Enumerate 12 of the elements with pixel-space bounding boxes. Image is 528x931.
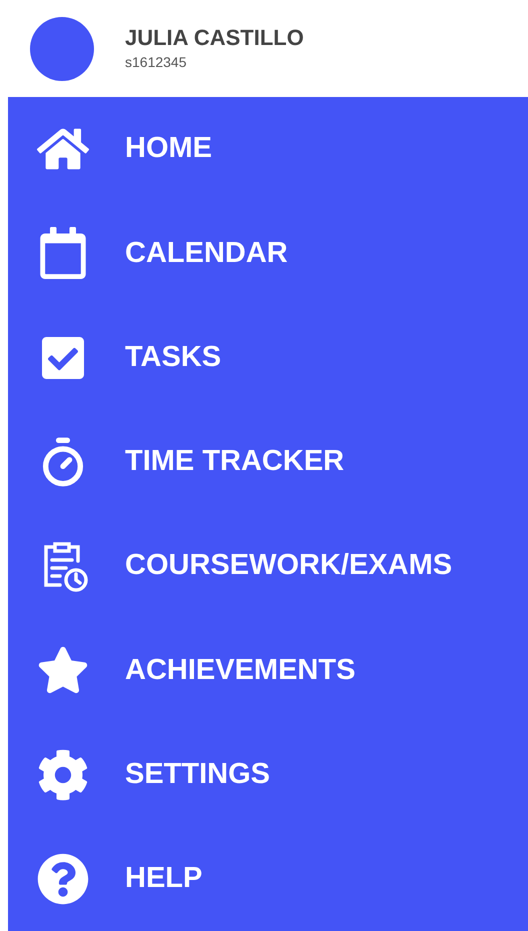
- menu-item[interactable]: ACHIEVEMENTS: [8, 618, 528, 722]
- menu-item[interactable]: TASKS: [8, 306, 528, 410]
- menu-item[interactable]: HELP: [8, 826, 528, 931]
- settings-icon: [36, 748, 88, 801]
- student-id: s1612345: [125, 52, 188, 72]
- user-name: JULIA CASTILLO: [125, 24, 304, 52]
- menu-item[interactable]: COURSEWORK/EXAMS: [8, 514, 528, 618]
- menu-item[interactable]: TIME TRACKER: [8, 410, 528, 514]
- menu-item[interactable]: SETTINGS: [8, 722, 528, 827]
- menu-item[interactable]: CALENDAR: [8, 201, 528, 306]
- menu-item[interactable]: HOME: [8, 97, 528, 202]
- help-icon: [36, 852, 88, 905]
